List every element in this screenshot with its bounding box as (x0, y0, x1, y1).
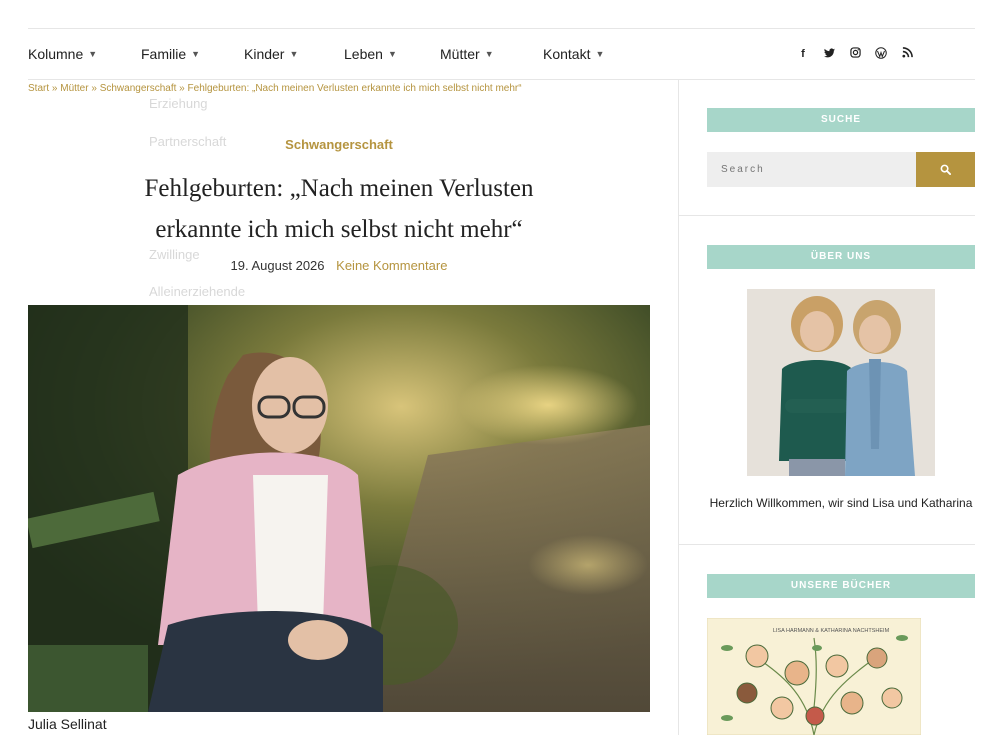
nav-label: Familie (141, 46, 187, 62)
featured-photo-illustration (28, 305, 650, 712)
about-photo (747, 289, 935, 476)
article-featured-image (28, 305, 650, 712)
dropdown-ghost-item: Alleinerziehende (149, 284, 246, 299)
chevron-down-icon: ▼ (289, 49, 299, 59)
comments-link[interactable]: Keine Kommentare (336, 258, 447, 273)
chevron-down-icon: ▼ (88, 49, 98, 59)
nav-label: Kolumne (28, 46, 84, 62)
nav-item-kinder[interactable]: Kinder ▼ (244, 46, 344, 62)
search-button[interactable] (916, 152, 975, 187)
wordpress-icon[interactable] (875, 46, 887, 62)
dropdown-ghost-item: Erziehung (149, 96, 208, 111)
book-cover[interactable]: LISA HARMANN & KATHARINA NACHTSHEIM (707, 618, 921, 735)
nav-label: Mütter (440, 46, 480, 62)
article-title: Fehlgeburten: „Nach meinen Verlusten erk… (144, 175, 534, 243)
rss-icon[interactable] (901, 47, 913, 61)
search-icon (940, 164, 951, 175)
sidebar-separator (679, 544, 975, 545)
nav-item-kolumne[interactable]: Kolumne ▼ (28, 46, 141, 62)
chevron-down-icon: ▼ (595, 49, 605, 59)
search-input[interactable] (707, 152, 916, 187)
breadcrumb[interactable]: Start » Mütter » Schwangerschaft » Fehlg… (28, 83, 522, 94)
nav-item-familie[interactable]: Familie ▼ (141, 46, 244, 62)
about-photo-illustration (747, 289, 935, 476)
search-widget-title: SUCHE (707, 108, 975, 132)
nav-item-muetter[interactable]: Mütter ▼ (440, 46, 543, 62)
twitter-icon[interactable] (823, 47, 835, 61)
nav-menu: Kolumne ▼ Familie ▼ Kinder ▼ Leben ▼ Mütter ▼… (28, 29, 623, 79)
nav-item-kontakt[interactable]: Kontakt ▼ (543, 46, 623, 62)
sidebar-divider (678, 80, 679, 735)
facebook-icon[interactable]: f (797, 48, 809, 60)
about-widget-title: ÜBER UNS (707, 245, 975, 269)
nav-item-leben[interactable]: Leben ▼ (344, 46, 440, 62)
main-navigation: Kolumne ▼ Familie ▼ Kinder ▼ Leben ▼ Mütter ▼… (28, 29, 975, 80)
chevron-down-icon: ▼ (387, 49, 397, 59)
nav-label: Kontakt (543, 46, 591, 62)
book-cover-illustration: LISA HARMANN & KATHARINA NACHTSHEIM (707, 618, 921, 735)
chevron-down-icon: ▼ (484, 49, 494, 59)
nav-label: Kinder (244, 46, 285, 62)
article-meta: 19. August 2026 Keine Kommentare (0, 258, 678, 273)
chevron-down-icon: ▼ (191, 49, 201, 59)
instagram-icon[interactable] (849, 47, 861, 61)
sidebar-separator (679, 215, 975, 216)
about-welcome-text: Herzlich Willkommen, wir sind Lisa und K… (709, 496, 973, 510)
image-caption: Julia Sellinat (28, 716, 107, 732)
book-cover-authors: LISA HARMANN & KATHARINA NACHTSHEIM (773, 628, 890, 634)
article-date: 19. August 2026 (230, 258, 325, 273)
nav-label: Leben (344, 46, 383, 62)
books-widget-title: UNSERE BÜCHER (707, 574, 975, 598)
article-category[interactable]: Schwangerschaft (0, 137, 678, 152)
social-links: f (797, 29, 913, 79)
